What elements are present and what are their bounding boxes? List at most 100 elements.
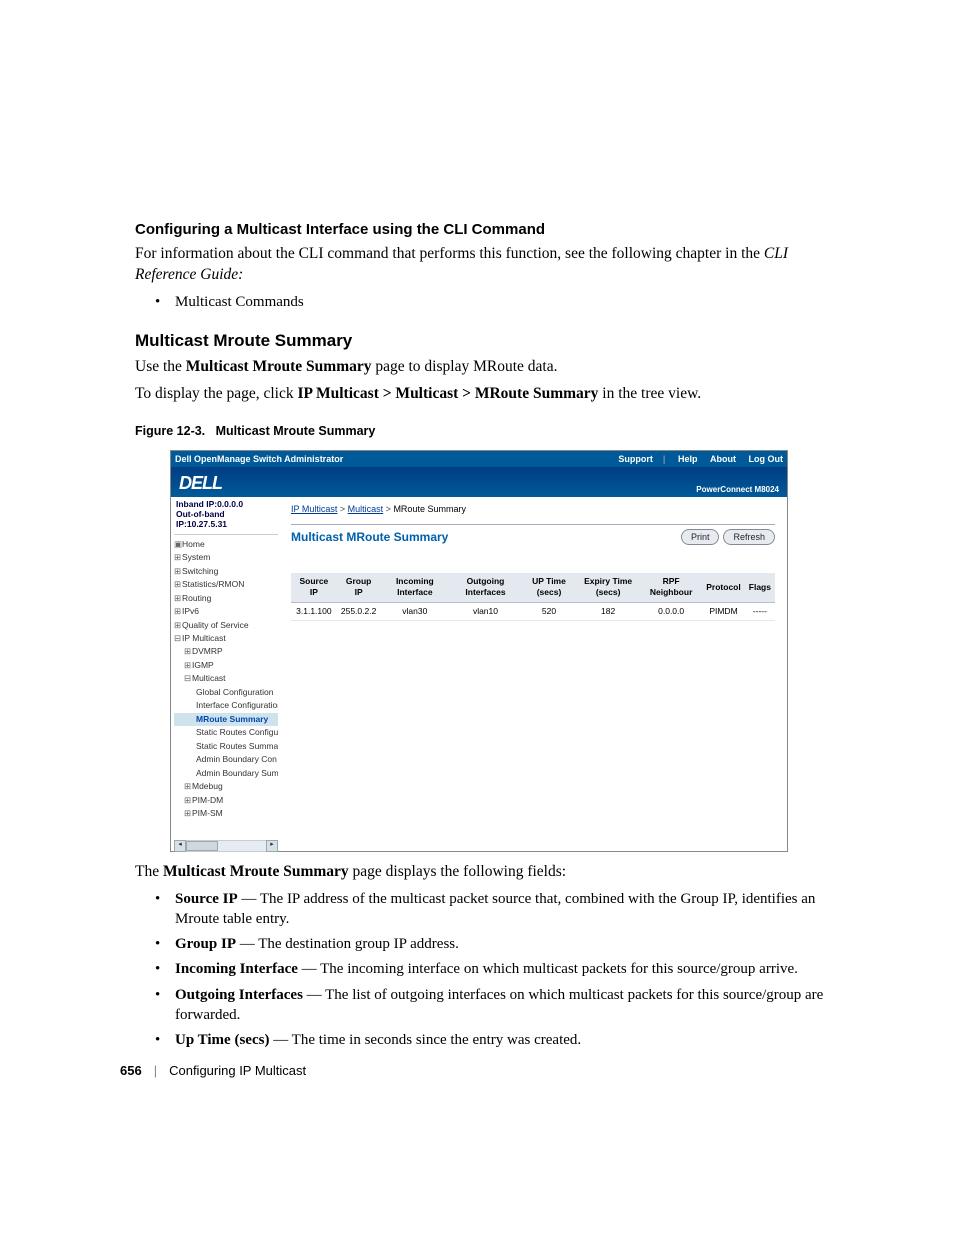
expand-icon: ⊞ bbox=[174, 606, 182, 617]
scroll-track[interactable] bbox=[186, 840, 266, 852]
oob-ip: Out-of-band IP:10.27.5.31 bbox=[176, 510, 276, 530]
window-titlebar: Dell OpenManage Switch Administrator Sup… bbox=[171, 451, 787, 467]
tree-dvmrp[interactable]: ⊞DVMRP bbox=[174, 645, 278, 658]
scroll-left-icon[interactable]: ◂ bbox=[174, 840, 186, 852]
crumb-current: MRoute Summary bbox=[393, 504, 466, 514]
th-inif: Incoming Interface bbox=[380, 573, 449, 602]
para-nav: To display the page, click IP Multicast … bbox=[135, 384, 834, 405]
expand-icon: ⊞ bbox=[184, 781, 192, 792]
th-grp: Group IP bbox=[337, 573, 381, 602]
crumb-ipmc[interactable]: IP Multicast bbox=[291, 504, 337, 514]
label: DVMRP bbox=[192, 646, 223, 656]
label: System bbox=[182, 552, 210, 562]
logout-link[interactable]: Log Out bbox=[749, 454, 784, 464]
text: For information about the CLI command th… bbox=[135, 245, 764, 262]
text: Multicast Commands bbox=[175, 294, 304, 310]
scroll-thumb[interactable] bbox=[186, 841, 218, 851]
expand-icon: ⊞ bbox=[174, 620, 182, 631]
td-grp: 255.0.2.2 bbox=[337, 602, 381, 620]
field-name: Incoming Interface bbox=[175, 961, 298, 977]
app-body: Inband IP:0.0.0.0 Out-of-band IP:10.27.5… bbox=[171, 497, 787, 850]
label: PIM-SM bbox=[192, 808, 223, 818]
label: IGMP bbox=[192, 660, 214, 670]
th-src: Source IP bbox=[291, 573, 337, 602]
table-row: 3.1.1.100 255.0.2.2 vlan30 vlan10 520 18… bbox=[291, 602, 775, 620]
tree-system[interactable]: ⊞System bbox=[174, 551, 278, 564]
list-item: Up Time (secs) — The time in seconds sin… bbox=[135, 1030, 834, 1050]
tree-multicast[interactable]: ⊟Multicast bbox=[174, 672, 278, 685]
ip-info: Inband IP:0.0.0.0 Out-of-band IP:10.27.5… bbox=[174, 500, 278, 534]
tree-scrollbar[interactable]: ◂ ▸ bbox=[174, 841, 278, 851]
field-desc: — The incoming interface on which multic… bbox=[298, 961, 798, 977]
heading-cli: Configuring a Multicast Interface using … bbox=[135, 220, 834, 240]
tree-sroutes[interactable]: Static Routes Summa bbox=[174, 740, 278, 753]
tree-mdebug[interactable]: ⊞Mdebug bbox=[174, 780, 278, 793]
field-list: Source IP — The IP address of the multic… bbox=[135, 889, 834, 1051]
sep: | bbox=[663, 454, 666, 464]
crumb-multicast[interactable]: Multicast bbox=[348, 504, 384, 514]
heading-mroute: Multicast Mroute Summary bbox=[135, 330, 834, 353]
td-outif: vlan10 bbox=[449, 602, 522, 620]
content-pane: IP Multicast > Multicast > MRoute Summar… bbox=[279, 497, 787, 850]
refresh-button[interactable]: Refresh bbox=[723, 529, 775, 545]
panel-buttons: Print Refresh bbox=[681, 529, 775, 545]
logo-row: DELL PowerConnect M8024 bbox=[171, 467, 787, 497]
tree-qos[interactable]: ⊞Quality of Service bbox=[174, 619, 278, 632]
tree-ipmc[interactable]: ⊟IP Multicast bbox=[174, 632, 278, 645]
expand-icon: ⊞ bbox=[184, 660, 192, 671]
th-proto: Protocol bbox=[702, 573, 744, 602]
expand-icon: ⊞ bbox=[184, 795, 192, 806]
label: Routing bbox=[182, 593, 211, 603]
expand-icon: ⊞ bbox=[184, 646, 192, 657]
about-link[interactable]: About bbox=[710, 454, 736, 464]
tree-stats[interactable]: ⊞Statistics/RMON bbox=[174, 578, 278, 591]
crumb-sep: > bbox=[340, 504, 348, 514]
help-link[interactable]: Help bbox=[678, 454, 698, 464]
print-button[interactable]: Print bbox=[681, 529, 720, 545]
label: Quality of Service bbox=[182, 620, 249, 630]
tree-home[interactable]: ▣Home bbox=[174, 538, 278, 551]
th-flags: Flags bbox=[745, 573, 775, 602]
tree-pimsm[interactable]: ⊞PIM-SM bbox=[174, 807, 278, 820]
list-item: Group IP — The destination group IP addr… bbox=[135, 934, 834, 954]
nav-tree: Inband IP:0.0.0.0 Out-of-band IP:10.27.5… bbox=[171, 497, 279, 850]
tree-mroute-selected[interactable]: MRoute Summary bbox=[174, 713, 278, 726]
tree-switching[interactable]: ⊞Switching bbox=[174, 565, 278, 578]
footer-sep: | bbox=[154, 1062, 157, 1080]
list-item: Multicast Commands bbox=[135, 292, 834, 312]
label: Mdebug bbox=[192, 781, 223, 791]
list-item: Outgoing Interfaces — The list of outgoi… bbox=[135, 985, 834, 1026]
support-link[interactable]: Support bbox=[618, 454, 653, 464]
th-up: UP Time (secs) bbox=[522, 573, 576, 602]
label: Admin Boundary Con bbox=[196, 754, 277, 764]
tree-adminbc[interactable]: Admin Boundary Con bbox=[174, 753, 278, 766]
dell-logo: DELL bbox=[179, 471, 222, 495]
field-name: Group IP bbox=[175, 936, 236, 952]
label: Statistics/RMON bbox=[182, 579, 244, 589]
tree-ipv6[interactable]: ⊞IPv6 bbox=[174, 605, 278, 618]
list-item: Incoming Interface — The incoming interf… bbox=[135, 959, 834, 979]
expand-icon: ⊞ bbox=[174, 566, 182, 577]
tree-sroutec[interactable]: Static Routes Configu bbox=[174, 726, 278, 739]
td-proto: PIMDM bbox=[702, 602, 744, 620]
field-name: Source IP bbox=[175, 891, 238, 907]
collapse-icon: ⊟ bbox=[174, 633, 182, 644]
tree-igmp[interactable]: ⊞IGMP bbox=[174, 659, 278, 672]
tree-ifcfg[interactable]: Interface Configuration bbox=[174, 699, 278, 712]
text-strong: IP Multicast > Multicast > MRoute Summar… bbox=[297, 385, 598, 402]
tree-global[interactable]: Global Configuration bbox=[174, 686, 278, 699]
window-title: Dell OpenManage Switch Administrator bbox=[175, 453, 343, 465]
para-cli: For information about the CLI command th… bbox=[135, 244, 834, 286]
text: page to display MRoute data. bbox=[371, 358, 557, 375]
expand-icon: ⊞ bbox=[174, 579, 182, 590]
figure-label: Figure 12-3. bbox=[135, 424, 205, 438]
breadcrumb: IP Multicast > Multicast > MRoute Summar… bbox=[291, 503, 775, 515]
scroll-right-icon[interactable]: ▸ bbox=[266, 840, 278, 852]
text-strong: Multicast Mroute Summary bbox=[163, 863, 349, 880]
tree-pimdm[interactable]: ⊞PIM-DM bbox=[174, 794, 278, 807]
tree-routing[interactable]: ⊞Routing bbox=[174, 592, 278, 605]
label: Switching bbox=[182, 566, 218, 576]
para-use: Use the Multicast Mroute Summary page to… bbox=[135, 357, 834, 378]
titlebar-links: Support | Help About Log Out bbox=[608, 453, 783, 465]
tree-adminbs[interactable]: Admin Boundary Sum bbox=[174, 767, 278, 780]
